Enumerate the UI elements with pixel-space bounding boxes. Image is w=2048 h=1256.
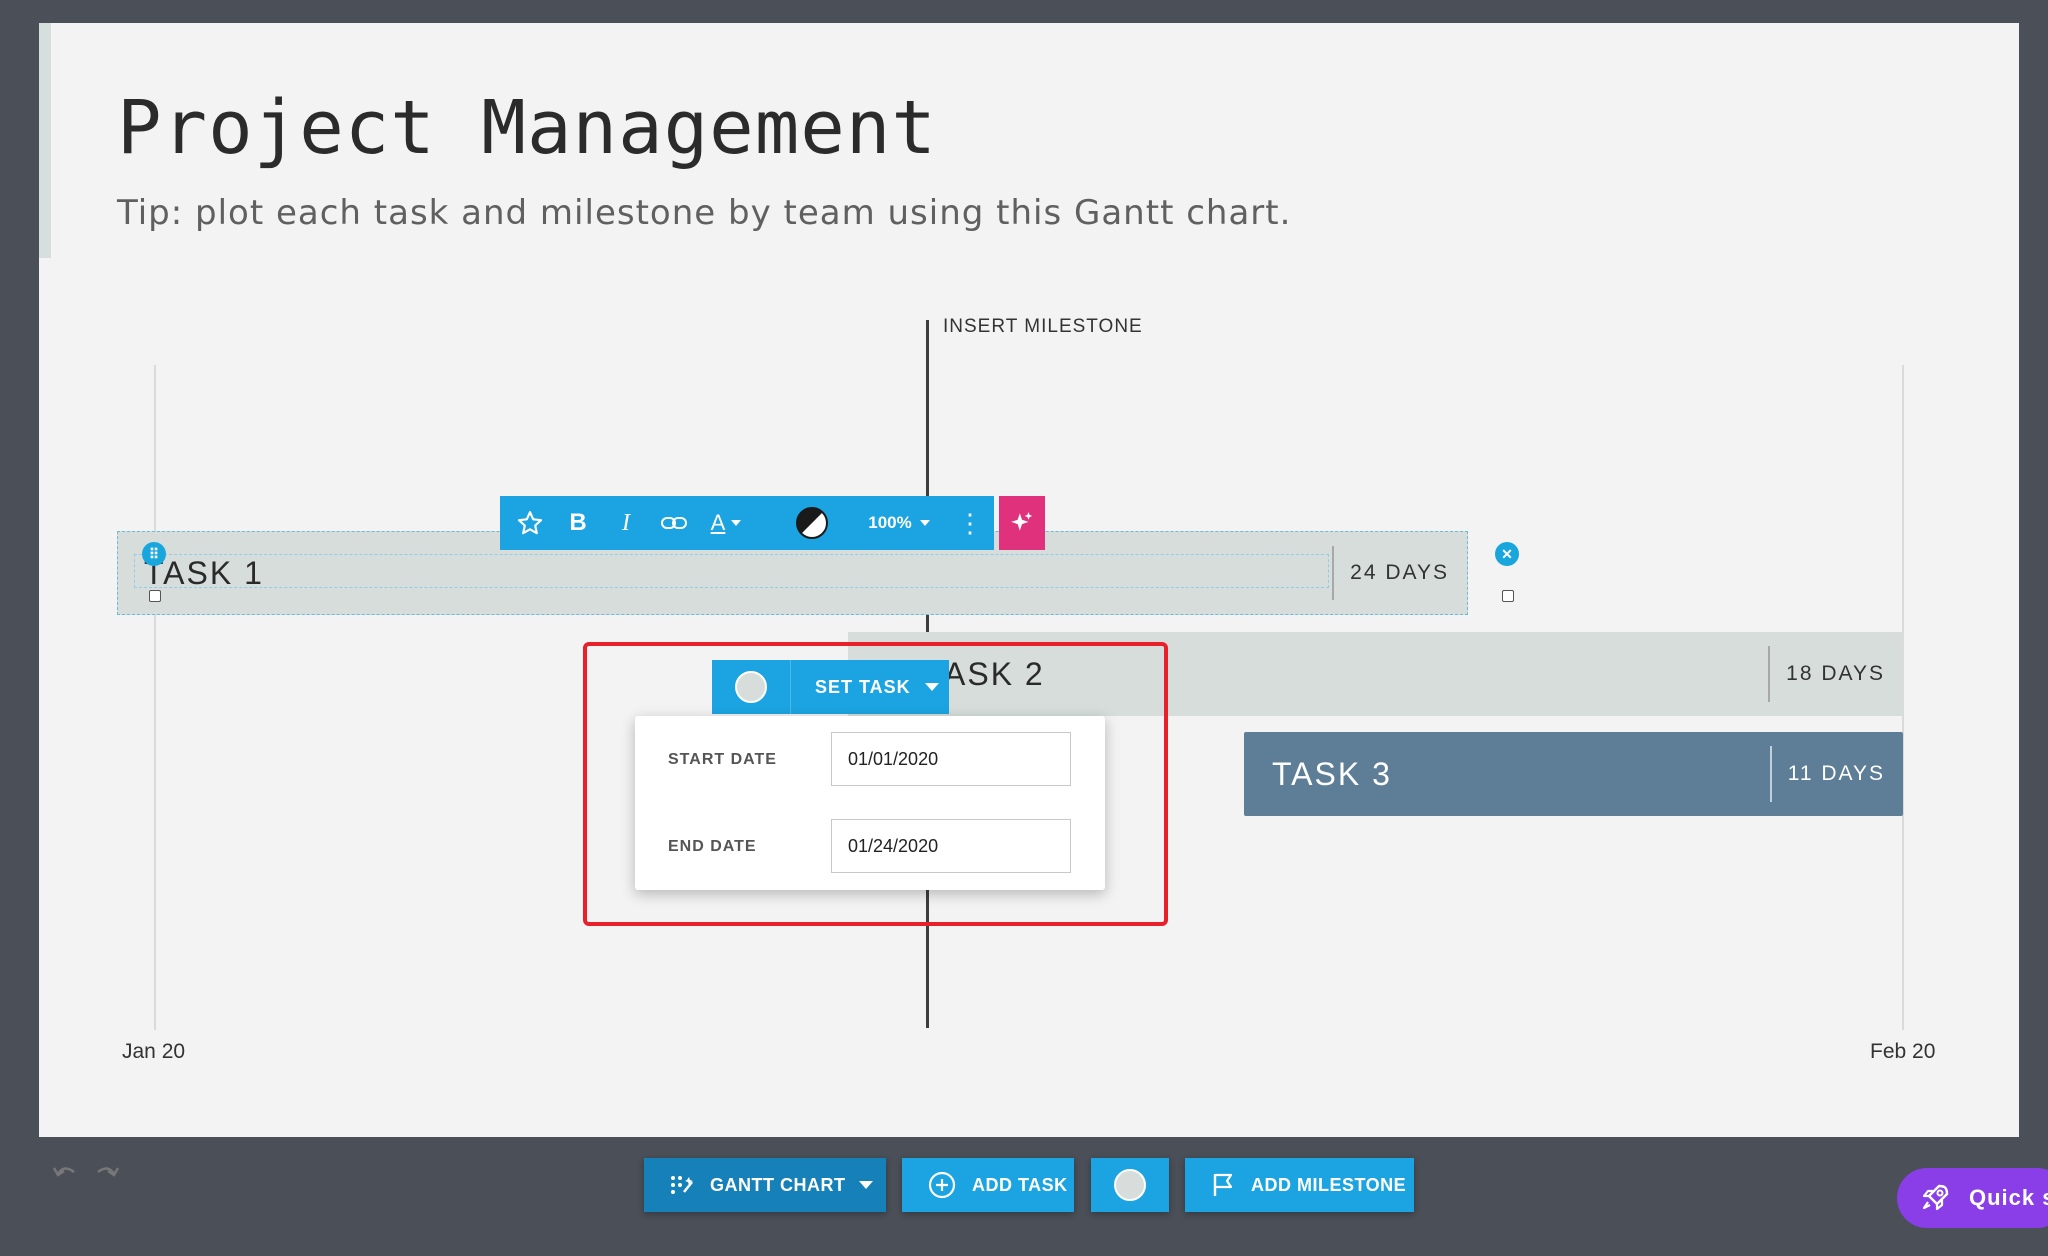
task-1-text-frame <box>134 554 1329 588</box>
opacity-dropdown[interactable]: 100% <box>852 496 946 550</box>
text-color-icon[interactable]: A <box>698 496 754 550</box>
slide-accent-bar <box>39 23 51 258</box>
rocket-icon <box>1919 1182 1951 1214</box>
opacity-value: 100% <box>868 513 912 532</box>
chevron-down-icon <box>859 1181 874 1189</box>
task-duration: 24 DAYS <box>1332 532 1467 614</box>
sparkle-icon[interactable] <box>999 496 1045 550</box>
resize-handle-right[interactable] <box>1502 590 1514 602</box>
add-milestone-label: ADD MILESTONE <box>1251 1174 1407 1195</box>
contrast-icon[interactable] <box>772 496 852 550</box>
task-name[interactable]: TASK 3 <box>1244 756 1392 793</box>
milestone-label[interactable]: INSERT MILESTONE <box>943 316 1143 338</box>
bold-icon[interactable]: B <box>554 496 602 550</box>
quick-start-button[interactable]: Quick s <box>1897 1168 2048 1228</box>
timeline-end-date: Feb 20 <box>1870 1040 1936 1063</box>
undo-icon[interactable] <box>50 1160 80 1191</box>
add-circle-icon <box>928 1171 956 1199</box>
link-icon[interactable] <box>650 496 698 550</box>
slide-subtitle[interactable]: Tip: plot each task and milestone by tea… <box>117 193 1291 233</box>
timeline-start-date: Jan 20 <box>122 1040 186 1063</box>
task-bar-3[interactable]: TASK 3 11 DAYS <box>1244 732 1903 816</box>
close-icon[interactable]: ✕ <box>1495 542 1519 566</box>
timeline-start-line <box>154 365 156 1030</box>
star-icon[interactable] <box>506 496 554 550</box>
color-swatch <box>1114 1169 1146 1201</box>
task-duration: 18 DAYS <box>1768 632 1903 716</box>
italic-icon[interactable]: I <box>602 496 650 550</box>
highlight-box <box>583 642 1168 926</box>
format-toolbar-style: 100% ⋮ <box>772 496 994 550</box>
add-task-button[interactable]: ADD TASK <box>902 1158 1074 1212</box>
resize-handle-left[interactable] <box>149 590 161 602</box>
add-task-label: ADD TASK <box>972 1174 1068 1195</box>
format-toolbar-text: B I A <box>500 496 773 550</box>
task-color-button[interactable] <box>1091 1158 1169 1212</box>
flag-icon <box>1211 1172 1235 1198</box>
add-milestone-button[interactable]: ADD MILESTONE <box>1185 1158 1414 1212</box>
gantt-chart-label: GANTT CHART <box>710 1174 846 1195</box>
quick-start-label: Quick s <box>1969 1185 2048 1210</box>
task-duration: 11 DAYS <box>1769 732 1903 816</box>
gantt-icon <box>670 1174 694 1196</box>
drag-handle-icon[interactable]: ⠿ <box>142 542 166 566</box>
redo-icon[interactable] <box>92 1160 122 1191</box>
gantt-chart-button[interactable]: GANTT CHART <box>644 1158 886 1212</box>
slide-title[interactable]: Project Management <box>117 85 937 171</box>
more-vertical-icon[interactable]: ⋮ <box>946 496 994 550</box>
